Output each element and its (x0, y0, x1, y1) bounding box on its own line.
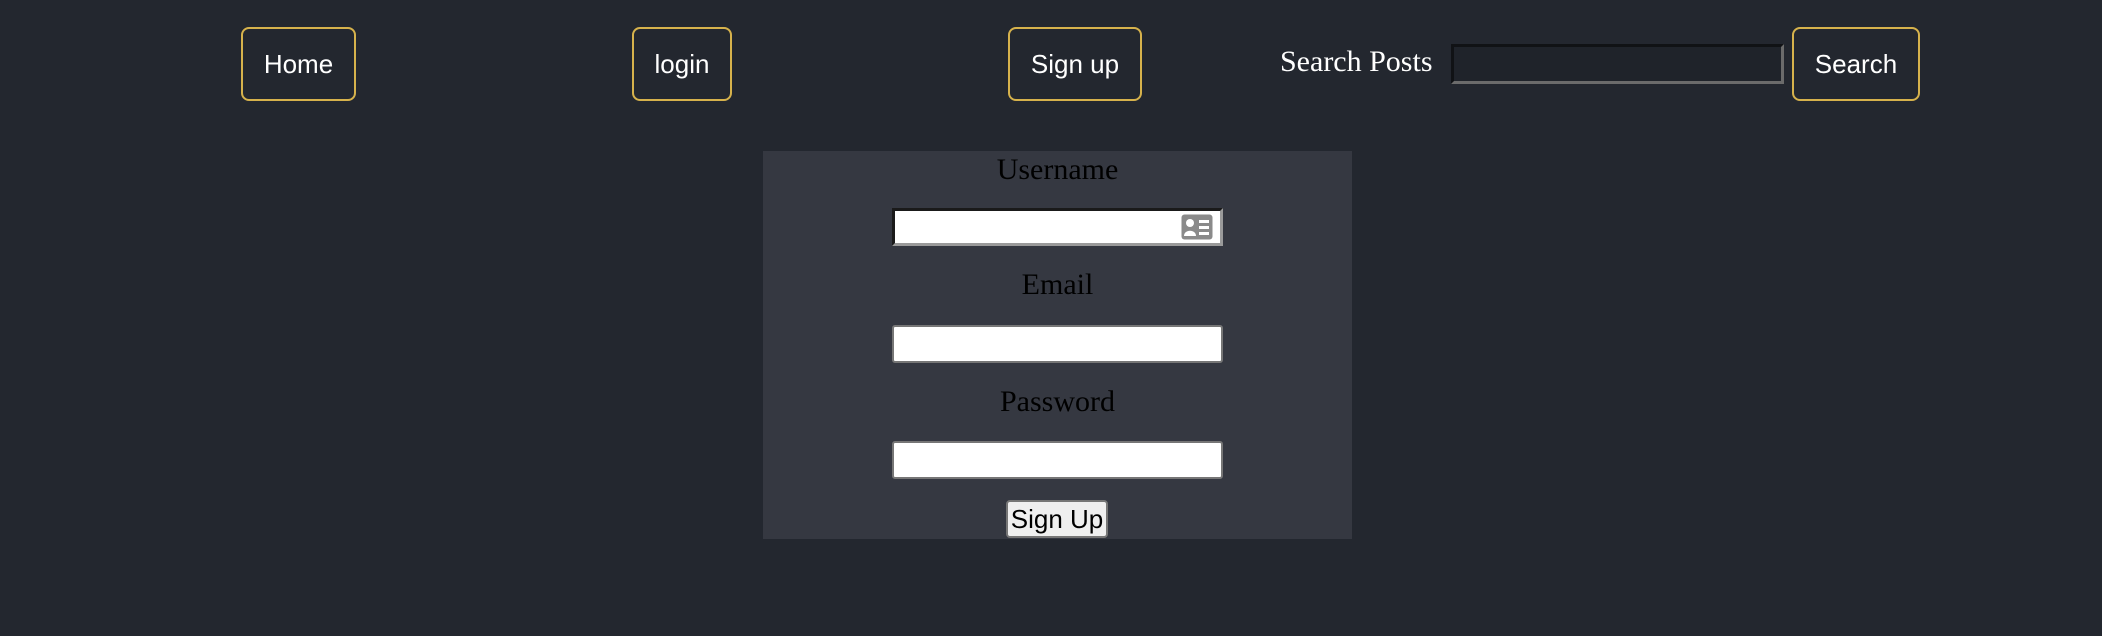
signup-form: Username Email Password Sign Up (763, 151, 1352, 539)
signup-nav-button[interactable]: Sign up (1008, 27, 1142, 101)
username-label: Username (996, 153, 1119, 186)
search-posts-label: Search Posts (1280, 45, 1433, 78)
search-button[interactable]: Search (1792, 27, 1920, 101)
contact-card-icon[interactable] (1181, 214, 1213, 240)
home-button[interactable]: Home (241, 27, 356, 101)
email-input[interactable] (892, 325, 1223, 363)
username-input[interactable] (892, 208, 1223, 246)
password-input[interactable] (892, 441, 1223, 479)
email-label: Email (1021, 268, 1094, 301)
password-label: Password (999, 385, 1115, 418)
signup-submit-button[interactable]: Sign Up (1006, 500, 1108, 538)
top-navigation: Home login Sign up Search Posts Search (0, 0, 2102, 120)
login-button[interactable]: login (632, 27, 732, 101)
search-input[interactable] (1451, 44, 1784, 84)
